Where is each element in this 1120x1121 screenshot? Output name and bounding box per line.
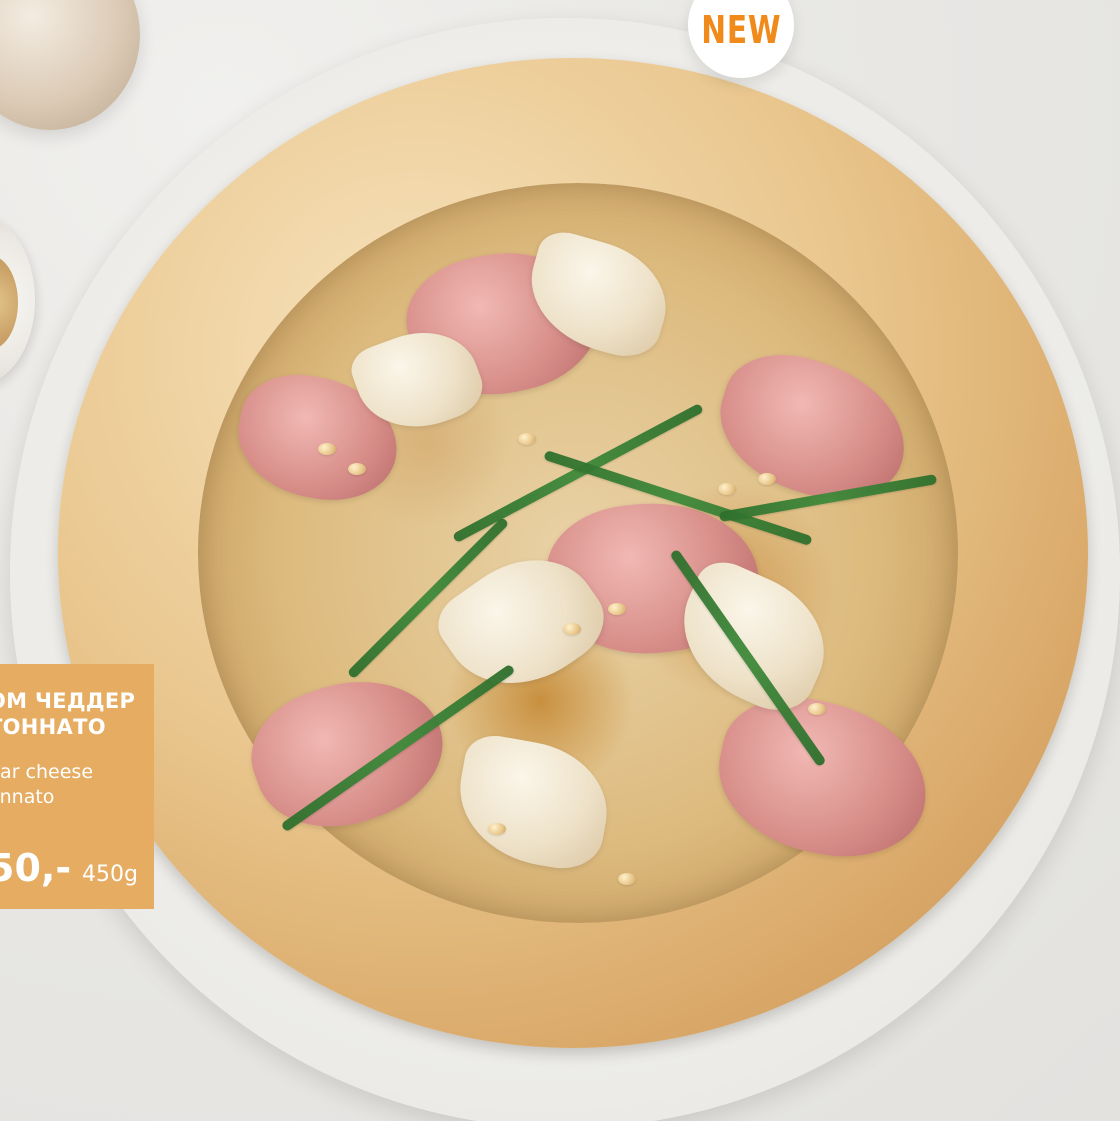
mushroom-decoration <box>0 0 140 130</box>
product-description-line-1: dar cheese <box>0 761 94 783</box>
price-row: 50,- 450g <box>0 849 138 887</box>
pine-nut <box>718 483 736 495</box>
pine-nut <box>348 463 366 475</box>
pine-nut <box>608 603 626 615</box>
parmesan-shaving <box>448 730 618 876</box>
pine-nut <box>808 703 826 715</box>
pine-nut <box>318 443 336 455</box>
new-badge-label: NEW <box>700 8 782 52</box>
product-info-card: ом чеддер тоннато dar cheese onnato 50,-… <box>0 664 154 909</box>
pine-nut <box>758 473 776 485</box>
product-description-line-2: onnato <box>0 786 55 808</box>
pine-nut <box>563 623 581 635</box>
product-title-line-2: тоннато <box>0 715 106 739</box>
product-description: dar cheese onnato <box>0 760 136 810</box>
product-title-line-1: ом чеддер <box>0 689 136 713</box>
product-weight: 450g <box>82 862 138 887</box>
pine-nut <box>518 433 536 445</box>
menu-image: NEW ом чеддер тоннато dar cheese onnato … <box>0 0 1120 1121</box>
pizza-toppings-area <box>198 183 958 923</box>
pine-nut <box>618 873 636 885</box>
roast-beef-slice <box>234 654 462 852</box>
pizza-image <box>58 58 1088 1048</box>
product-title: ом чеддер тоннато <box>0 688 136 740</box>
product-price: 50,- <box>0 846 72 890</box>
pine-nut <box>488 823 506 835</box>
pine-nut-bowl <box>0 215 35 385</box>
